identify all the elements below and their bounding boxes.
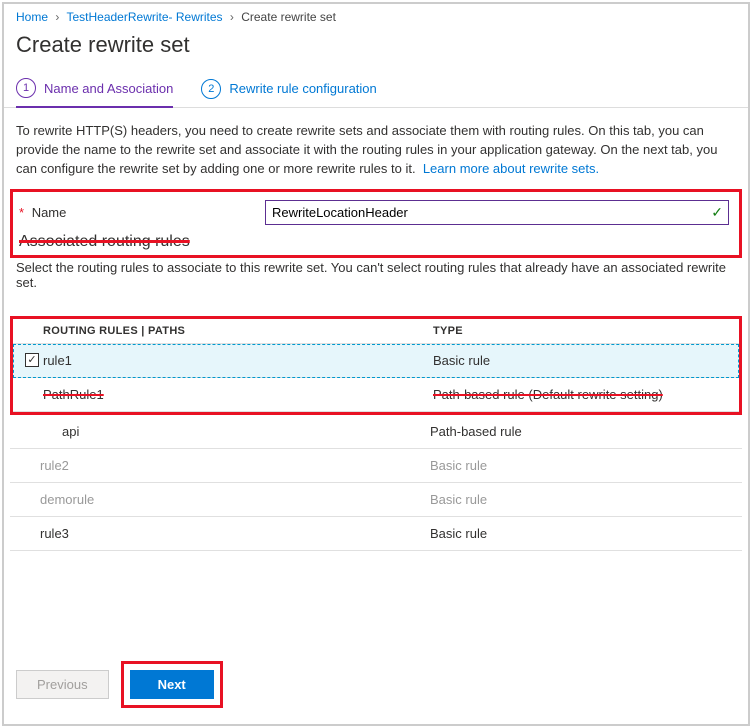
table-row: demorule Basic rule <box>10 483 742 517</box>
next-button[interactable]: Next <box>130 670 214 699</box>
rule-name: rule2 <box>40 458 430 473</box>
rule-type: Basic rule <box>430 492 487 507</box>
breadcrumb-parent[interactable]: TestHeaderRewrite- Rewrites <box>66 10 222 24</box>
tab-label: Name and Association <box>44 81 173 96</box>
rule-type: Path-based rule <box>430 424 522 439</box>
rule-name: demorule <box>40 492 430 507</box>
name-input[interactable] <box>265 200 729 225</box>
name-label: * Name <box>19 205 265 220</box>
breadcrumb-current: Create rewrite set <box>241 10 336 24</box>
page-title: Create rewrite set <box>4 28 748 70</box>
rule-type: Basic rule <box>433 353 490 368</box>
table-row[interactable]: PathRule1 Path-based rule (Default rewri… <box>13 378 739 412</box>
rule-name: api <box>40 424 430 439</box>
learn-more-link[interactable]: Learn more about rewrite sets. <box>423 161 599 176</box>
checkbox-icon[interactable]: ✓ <box>25 353 39 367</box>
step-number-icon: 2 <box>201 79 221 99</box>
rule-name: PathRule1 <box>43 387 433 402</box>
checkmark-icon: ✓ <box>711 205 723 219</box>
previous-button: Previous <box>16 670 109 699</box>
associated-rules-title: Associated routing rules <box>13 233 739 255</box>
tab-label: Rewrite rule configuration <box>229 81 376 96</box>
breadcrumb: Home › TestHeaderRewrite- Rewrites › Cre… <box>4 4 748 28</box>
tab-rewrite-rule-config[interactable]: 2 Rewrite rule configuration <box>201 78 376 107</box>
table-row[interactable]: ✓ rule1 Basic rule <box>13 344 739 378</box>
table-row[interactable]: rule3 Basic rule <box>10 517 742 551</box>
tab-name-association[interactable]: 1 Name and Association <box>16 78 173 108</box>
rule-name: rule1 <box>43 353 433 368</box>
col-header-type: TYPE <box>433 325 463 337</box>
step-number-icon: 1 <box>16 78 36 98</box>
rule-type: Path-based rule (Default rewrite setting… <box>433 387 663 402</box>
description-text: To rewrite HTTP(S) headers, you need to … <box>4 108 748 189</box>
table-row[interactable]: api Path-based rule <box>10 415 742 449</box>
table-row: rule2 Basic rule <box>10 449 742 483</box>
chevron-right-icon: › <box>55 10 59 24</box>
next-highlight-box: Next <box>121 661 223 708</box>
associated-rules-desc: Select the routing rules to associate to… <box>4 258 748 302</box>
routing-rules-table: ROUTING RULES | PATHS TYPE ✓ rule1 Basic… <box>10 316 742 415</box>
rule-type: Basic rule <box>430 526 487 541</box>
chevron-right-icon: › <box>230 10 234 24</box>
name-highlight-box: * Name ✓ Associated routing rules <box>10 189 742 258</box>
rule-name: rule3 <box>40 526 430 541</box>
col-header-rules: ROUTING RULES | PATHS <box>43 325 433 337</box>
rule-type: Basic rule <box>430 458 487 473</box>
breadcrumb-home[interactable]: Home <box>16 10 48 24</box>
